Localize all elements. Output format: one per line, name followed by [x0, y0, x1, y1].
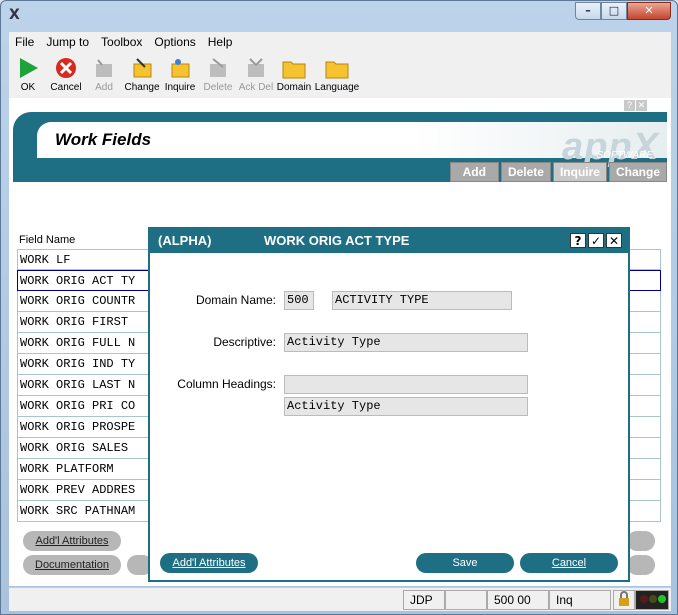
column-headings-label: Column Headings: [177, 377, 276, 391]
menu-file[interactable]: File [9, 35, 40, 49]
panel-controls: ? ✕ [624, 100, 647, 111]
inquire-label: Inquire [164, 82, 196, 93]
change-label: Change [124, 82, 160, 93]
cancel-label: Cancel [50, 82, 82, 93]
minimize-button[interactable]: – [575, 2, 601, 20]
dialog-title: WORK ORIG ACT TYPE [264, 233, 410, 248]
change-icon [130, 56, 154, 80]
inquire-button[interactable]: Inquire [161, 52, 199, 98]
change-button[interactable]: Change [123, 52, 161, 98]
domain-label: Domain [276, 82, 312, 93]
ack-del-button[interactable]: Ack Del [237, 52, 275, 98]
status-number: 500 00 [487, 590, 549, 610]
add-button[interactable]: Add [85, 52, 123, 98]
dialog-help-icon[interactable]: ? [570, 233, 586, 248]
delete-button[interactable]: Delete [199, 52, 237, 98]
language-icon [325, 56, 349, 80]
panel-help-icon[interactable]: ? [624, 100, 635, 111]
menu-options[interactable]: Options [148, 35, 201, 49]
banner-title-area: Work Fields appX [37, 122, 667, 168]
header-delete-button[interactable]: Delete [500, 162, 551, 182]
header-inquire-button[interactable]: Inquire [552, 162, 607, 182]
panel-close-icon[interactable]: ✕ [636, 100, 647, 111]
column-heading-2-field[interactable]: Activity Type [284, 397, 528, 416]
hidden-button-right[interactable] [627, 531, 655, 551]
lock-icon [613, 590, 635, 610]
descriptive-field[interactable]: Activity Type [284, 333, 528, 352]
field-name-column-header: Field Name [19, 234, 76, 246]
documentation-button[interactable]: Documentation [23, 555, 121, 575]
save-button[interactable]: Save [416, 553, 514, 573]
menu-help[interactable]: Help [202, 35, 239, 49]
ack-del-label: Ack Del [238, 82, 274, 93]
maximize-button[interactable]: □ [601, 2, 627, 20]
status-empty [445, 590, 487, 610]
cancel-icon [54, 56, 78, 80]
dialog-type-label: (ALPHA) [158, 233, 212, 248]
logo-subtitle: SOFTWARE [596, 150, 653, 161]
language-label: Language [314, 82, 360, 93]
ok-button[interactable]: OK [9, 52, 47, 98]
status-mode: Inq [549, 590, 611, 610]
add-label: Add [95, 82, 113, 93]
addl-attributes-button[interactable]: Add'l Attributes [23, 531, 121, 551]
language-button[interactable]: Language [313, 52, 361, 98]
cancel-dialog-button[interactable]: Cancel [520, 553, 618, 573]
menu-jump-to[interactable]: Jump to [40, 35, 95, 49]
dialog-close-icon[interactable]: ✕ [606, 233, 622, 248]
menu-bar: File Jump to Toolbox Options Help [9, 32, 671, 52]
ok-label: OK [20, 82, 36, 93]
delete-icon [206, 56, 230, 80]
ok-icon [16, 56, 40, 80]
header-change-button[interactable]: Change [608, 162, 667, 182]
dialog-ok-icon[interactable]: ✓ [588, 233, 604, 248]
column-heading-1-field[interactable] [284, 375, 528, 394]
domain-name-field[interactable]: ACTIVITY TYPE [332, 291, 512, 310]
toolbar: OK Cancel Add Change Inquire Delete Ack … [9, 52, 671, 98]
menu-toolbox[interactable]: Toolbox [95, 35, 148, 49]
cancel-button[interactable]: Cancel [47, 52, 85, 98]
status-bar: JDP 500 00 Inq [9, 587, 671, 611]
domain-app-field[interactable]: 500 [284, 291, 314, 310]
inquire-icon [168, 56, 192, 80]
header-add-button[interactable]: Add [449, 162, 499, 182]
action-buttons: Add Delete Inquire Change [449, 162, 667, 182]
ack-del-icon [244, 56, 268, 80]
dialog-title-bar: (ALPHA) WORK ORIG ACT TYPE ? ✓ ✕ [150, 229, 628, 253]
work-field-dialog: (ALPHA) WORK ORIG ACT TYPE ? ✓ ✕ Domain … [148, 227, 630, 582]
page-title: Work Fields [55, 130, 152, 149]
title-bar: X – □ ✕ [1, 1, 677, 29]
appx-icon: X [9, 7, 20, 23]
hidden-button-right-2[interactable] [627, 555, 655, 575]
descriptive-label: Descriptive: [213, 335, 276, 349]
delete-label: Delete [203, 82, 233, 93]
status-user: JDP [403, 590, 445, 610]
domain-name-label: Domain Name: [195, 293, 276, 307]
domain-button[interactable]: Domain [275, 52, 313, 98]
close-window-button[interactable]: ✕ [627, 2, 671, 20]
add-icon [92, 56, 116, 80]
traffic-light-icon [635, 590, 669, 610]
dialog-addl-attributes-button[interactable]: Add'l Attributes [160, 553, 258, 573]
domain-icon [282, 56, 306, 80]
